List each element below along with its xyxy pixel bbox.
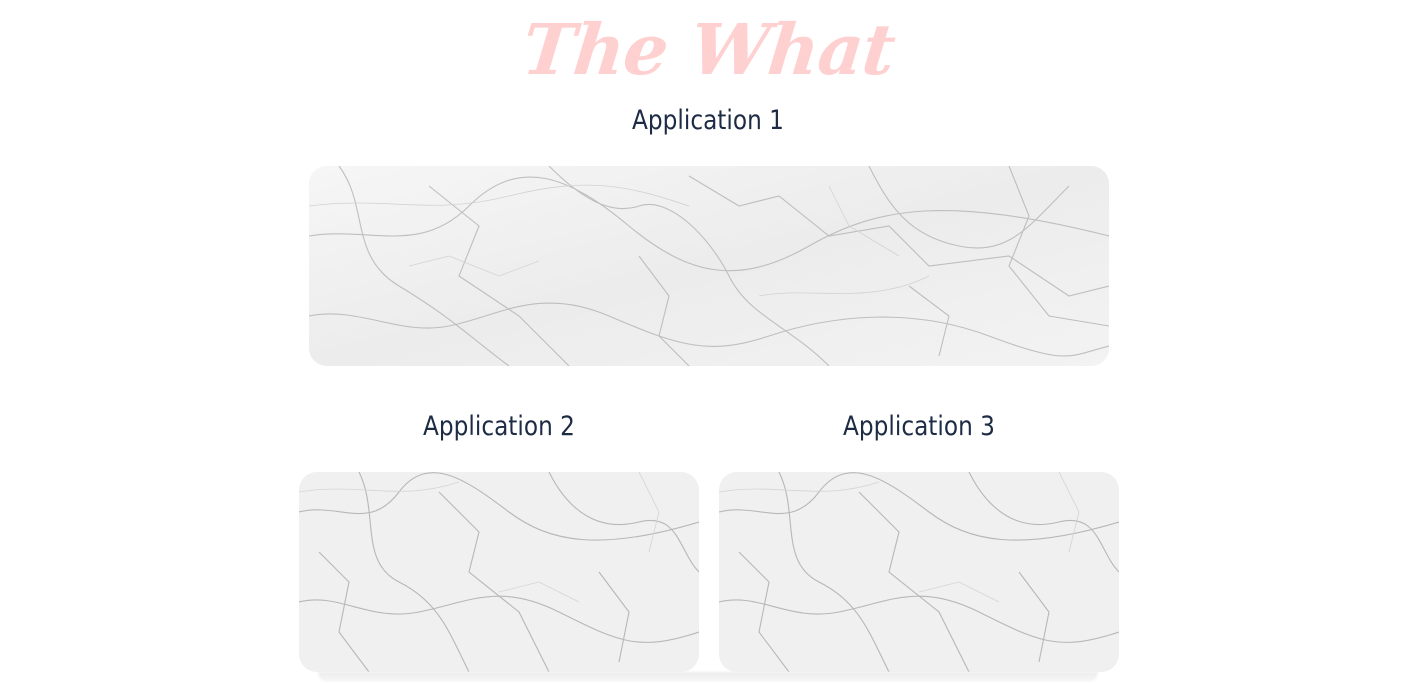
application-2-label: Application 2 <box>423 411 575 442</box>
marble-texture-image <box>309 166 1109 366</box>
application-3-image[interactable] <box>719 472 1119 672</box>
marble-texture-image <box>299 472 699 672</box>
section-title: The What <box>518 8 899 91</box>
section-bottom-shadow <box>318 672 1098 682</box>
marble-texture-image <box>719 472 1119 672</box>
application-1-label: Application 1 <box>632 105 784 136</box>
application-3-label: Application 3 <box>843 411 995 442</box>
application-2-image[interactable] <box>299 472 699 672</box>
application-1-image[interactable] <box>309 166 1109 366</box>
what-section: The What Application 1 Application 2 App… <box>0 0 1417 682</box>
